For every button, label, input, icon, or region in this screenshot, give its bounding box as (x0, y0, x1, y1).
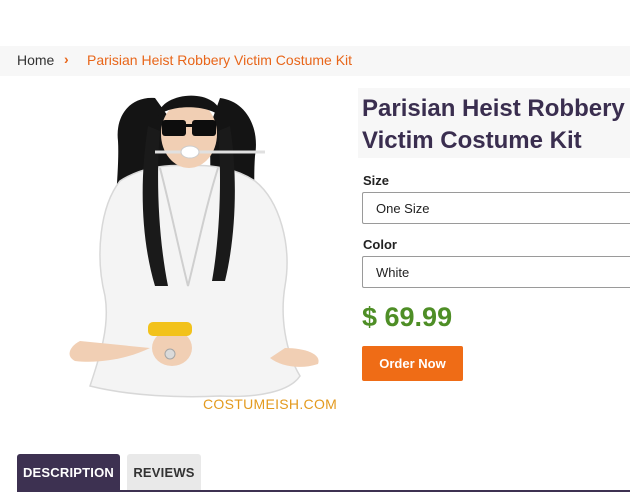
product-image (69, 95, 319, 398)
breadcrumb-separator-icon: › (64, 51, 69, 67)
product-page: Home › Parisian Heist Robbery Victim Cos… (0, 0, 630, 500)
breadcrumb-home-link[interactable]: Home (17, 52, 54, 68)
tab-description[interactable]: DESCRIPTION (17, 454, 120, 490)
product-price: $ 69.99 (362, 302, 453, 332)
color-select[interactable]: White (362, 256, 630, 288)
size-select[interactable]: One Size (362, 192, 630, 224)
size-select-value: One Size (376, 201, 430, 216)
size-label: Size (363, 173, 390, 188)
tab-underline (17, 490, 630, 492)
color-label: Color (363, 237, 397, 252)
product-title-container: Parisian Heist Robbery Victim Costume Ki… (358, 88, 630, 158)
tab-reviews[interactable]: REVIEWS (127, 454, 201, 490)
color-select-value: White (376, 265, 410, 280)
product-title: Parisian Heist Robbery Victim Costume Ki… (362, 95, 625, 154)
order-now-button[interactable]: Order Now (362, 346, 463, 381)
breadcrumb: Home › Parisian Heist Robbery Victim Cos… (0, 46, 630, 76)
breadcrumb-current: Parisian Heist Robbery Victim Costume Ki… (87, 52, 353, 68)
watermark-text: COSTUMEISH.COM (203, 396, 338, 412)
